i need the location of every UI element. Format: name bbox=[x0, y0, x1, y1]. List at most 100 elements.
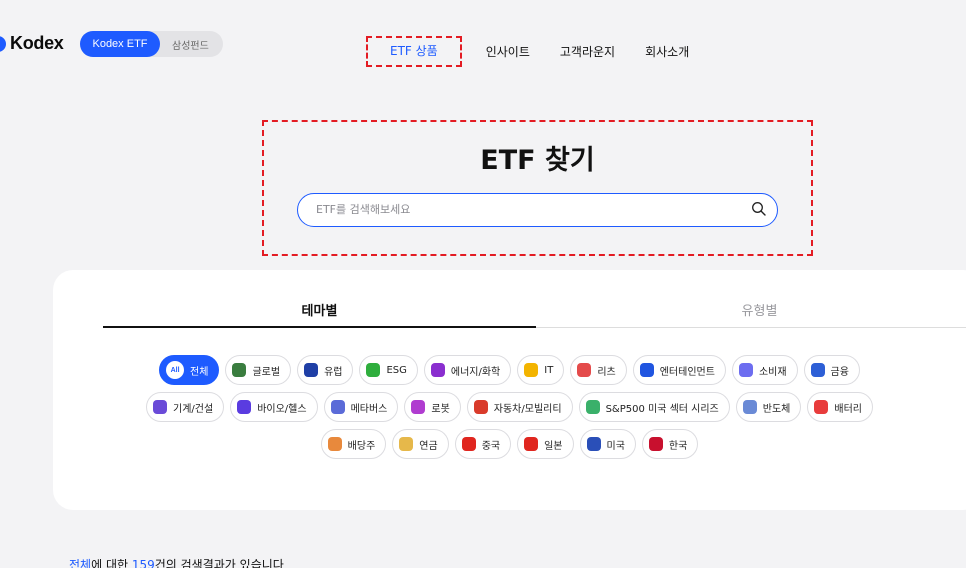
dots-grid-icon bbox=[585, 400, 600, 414]
result-text: 에 대한 bbox=[91, 558, 132, 568]
theme-chip[interactable]: 한국 bbox=[641, 429, 699, 459]
us-flag-icon bbox=[586, 437, 601, 451]
building-icon bbox=[577, 363, 592, 377]
cart-icon bbox=[738, 363, 753, 377]
money-bag-icon bbox=[810, 363, 825, 377]
theme-chip[interactable]: 유럽 bbox=[297, 355, 354, 385]
theme-chip-label: 중국 bbox=[481, 440, 501, 452]
calendar-icon bbox=[327, 437, 342, 451]
robot-arm-icon bbox=[411, 400, 426, 414]
theme-chip[interactable]: All 전체 bbox=[159, 355, 220, 385]
theme-chip[interactable]: S&P500 미국 섹터 시리즈 bbox=[578, 392, 730, 422]
theme-chip-label: 메타버스 bbox=[350, 403, 388, 415]
theme-chip[interactable]: 일본 bbox=[517, 429, 574, 459]
tab-type[interactable]: 유형별 bbox=[536, 300, 966, 328]
logo-mark-icon bbox=[0, 35, 6, 52]
theme-chip-label: ESG bbox=[386, 364, 407, 376]
battery-icon bbox=[814, 400, 829, 414]
eu-flag-icon bbox=[304, 363, 319, 377]
theme-chip[interactable]: 엔터테인먼트 bbox=[632, 355, 726, 385]
theme-chip[interactable]: 메타버스 bbox=[323, 392, 399, 422]
bulb-icon bbox=[524, 363, 539, 377]
brand-samsung-fund-button[interactable]: 삼성펀드 bbox=[172, 37, 209, 52]
site-header: Kodex Kodex ETF 삼성펀드 ETF 상품 인사이트 고객라운지 회… bbox=[0, 0, 966, 90]
theme-chip[interactable]: 배터리 bbox=[807, 392, 873, 422]
theme-chip[interactable]: 바이오/헬스 bbox=[230, 392, 318, 422]
theme-chip-label: 배터리 bbox=[834, 403, 862, 415]
theme-chip-label: 엔터테인먼트 bbox=[659, 366, 715, 378]
nav-insight[interactable]: 인사이트 bbox=[486, 43, 530, 60]
globe-icon bbox=[232, 363, 247, 377]
theme-chip-label: 일본 bbox=[544, 440, 563, 452]
page-title: ETF 찾기 bbox=[480, 145, 595, 176]
chip-row: All 전체 글로벌 유럽 ESG 에너지/화학 IT 리츠 엔터테인먼트 소비재 금융 bbox=[53, 355, 966, 385]
theme-chip-label: 금융 bbox=[830, 366, 849, 378]
theme-chip[interactable]: 자동차/모빌리티 bbox=[466, 392, 573, 422]
plug-icon bbox=[430, 363, 445, 377]
filter-panel: 테마별 유형별 All 전체 글로벌 유럽 ESG 에너지/화학 IT 리츠 엔터테인먼트 소비재… bbox=[53, 270, 966, 510]
theme-chip-label: 연금 bbox=[419, 440, 438, 452]
search-icon[interactable] bbox=[751, 201, 767, 217]
chip-row: 배당주 연금 중국 일본 미국 한국 bbox=[53, 429, 966, 459]
result-suffix: 건의 검색결과가 있습니다 bbox=[154, 558, 284, 568]
kodex-logo[interactable]: Kodex bbox=[0, 33, 64, 54]
theme-chip[interactable]: 소비재 bbox=[731, 355, 798, 385]
dna-icon bbox=[237, 400, 252, 414]
theme-chip-label: 전체 bbox=[190, 366, 209, 378]
japan-flag-icon bbox=[524, 437, 539, 451]
filter-tabs: 테마별 유형별 bbox=[103, 300, 966, 328]
theme-chip[interactable]: 반도체 bbox=[735, 392, 802, 422]
theme-chip-label: 에너지/화학 bbox=[450, 366, 501, 378]
play-icon bbox=[639, 363, 654, 377]
coin-icon bbox=[399, 437, 414, 451]
brand-kodex-etf-button[interactable]: Kodex ETF bbox=[80, 31, 160, 57]
theme-chip-label: 기계/건설 bbox=[173, 403, 214, 415]
theme-chip[interactable]: 미국 bbox=[579, 429, 636, 459]
result-summary: 전체에 대한 159건의 검색결과가 있습니다 bbox=[69, 556, 284, 568]
theme-chip[interactable]: 중국 bbox=[454, 429, 512, 459]
theme-chip[interactable]: 글로벌 bbox=[225, 355, 292, 385]
theme-chip-label: 바이오/헬스 bbox=[257, 403, 307, 415]
tab-theme[interactable]: 테마별 bbox=[103, 300, 536, 328]
brand-switch: Kodex ETF 삼성펀드 bbox=[80, 31, 223, 57]
main-nav: ETF 상품 인사이트 고객라운지 회사소개 bbox=[366, 36, 719, 67]
theme-chip-label: S&P500 미국 섹터 시리즈 bbox=[605, 403, 719, 415]
search-bar bbox=[297, 193, 778, 227]
theme-chip-label: 리츠 bbox=[597, 366, 616, 378]
nav-etf-products[interactable]: ETF 상품 bbox=[366, 36, 462, 67]
theme-chip-label: 로봇 bbox=[431, 403, 450, 415]
theme-chip[interactable]: 금융 bbox=[803, 355, 860, 385]
chip-icon bbox=[742, 400, 757, 414]
theme-chip-label: 배당주 bbox=[347, 440, 376, 452]
etf-search-section: ETF 찾기 bbox=[262, 120, 813, 256]
result-count: 159 bbox=[131, 558, 155, 568]
logo-text: Kodex bbox=[10, 33, 64, 53]
theme-chip-label: 한국 bbox=[668, 440, 688, 452]
theme-chip[interactable]: 기계/건설 bbox=[146, 392, 225, 422]
result-category[interactable]: 전체 bbox=[69, 558, 91, 568]
theme-chip-label: 유럽 bbox=[324, 366, 343, 378]
all-icon: All bbox=[166, 361, 185, 379]
korea-flag-icon bbox=[648, 437, 663, 451]
nav-customer-lounge[interactable]: 고객라운지 bbox=[560, 43, 615, 60]
theme-chip-label: 글로벌 bbox=[252, 366, 281, 378]
nav-company[interactable]: 회사소개 bbox=[645, 43, 689, 60]
metaverse-icon bbox=[330, 400, 345, 414]
car-icon bbox=[473, 400, 488, 414]
theme-chip[interactable]: IT bbox=[517, 355, 565, 385]
theme-chip[interactable]: ESG bbox=[359, 355, 418, 385]
leaf-icon bbox=[366, 363, 381, 377]
search-input[interactable] bbox=[298, 194, 718, 225]
factory-icon bbox=[153, 400, 168, 414]
theme-chip-label: 자동차/모빌리티 bbox=[493, 403, 562, 415]
theme-chip[interactable]: 배당주 bbox=[320, 429, 387, 459]
chip-row: 기계/건설 바이오/헬스 메타버스 로봇 자동차/모빌리티 S&P500 미국 섹터 시리… bbox=[53, 392, 966, 422]
theme-chip-label: 소비재 bbox=[758, 366, 787, 378]
theme-chip-label: 미국 bbox=[606, 440, 625, 452]
theme-chip-label: 반도체 bbox=[762, 403, 791, 415]
theme-chip[interactable]: 에너지/화학 bbox=[423, 355, 512, 385]
theme-chip[interactable]: 로봇 bbox=[404, 392, 461, 422]
theme-chip[interactable]: 연금 bbox=[392, 429, 449, 459]
theme-chip[interactable]: 리츠 bbox=[570, 355, 627, 385]
china-flag-icon bbox=[461, 437, 476, 451]
